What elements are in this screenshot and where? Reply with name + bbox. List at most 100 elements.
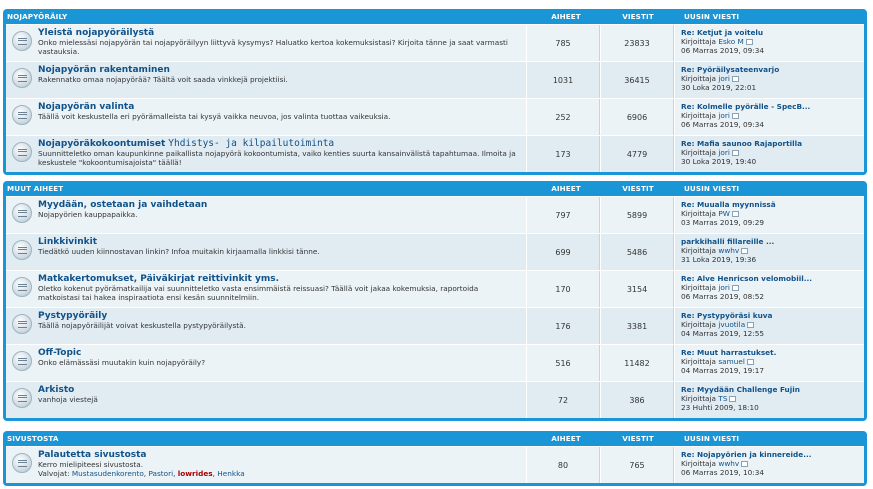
forum-description: Onko elämässäsi muutakin kuin nojapyöräi… [38, 358, 206, 367]
forum-title-link[interactable]: Off-Topic [38, 348, 81, 358]
view-latest-post-icon[interactable] [731, 211, 739, 217]
last-post-link[interactable]: Re: Muut harrastukset. [681, 348, 776, 357]
category-title[interactable]: NOJAPYÖRÄILY [6, 12, 530, 21]
forum-row: Nojapyörän rakentaminen Rakennatko omaa … [6, 61, 864, 98]
topics-count: 252 [526, 99, 600, 135]
view-latest-post-icon[interactable] [731, 113, 739, 119]
view-latest-post-icon[interactable] [741, 248, 749, 254]
last-post-date: 23 Huhti 2009, 18:10 [681, 403, 759, 412]
forum-description: Rakennatko omaa nojapyörää? Täältä voit … [38, 75, 288, 84]
forum-description: vanhoja viestejä [38, 395, 98, 404]
last-post-author[interactable]: wwhv [718, 246, 739, 255]
forum-title-link[interactable]: Arkisto [38, 385, 74, 395]
forum-title-link[interactable]: Nojapyöräkokoontumiset [38, 139, 165, 149]
last-post-link[interactable]: Re: Pystypyöräsi kuva [681, 311, 772, 320]
forum-description: Suunnitteletko oman kaupunkinne paikalli… [38, 149, 516, 167]
posts-count: 4779 [600, 136, 674, 172]
forum-title-link[interactable]: Nojapyörän rakentaminen [38, 65, 170, 75]
col-posts-header: VIESTIT [622, 434, 654, 443]
forum-title-link[interactable]: Matkakertomukset, Päiväkirjat reittivink… [38, 274, 279, 284]
posts-count: 5486 [600, 234, 674, 270]
view-latest-post-icon[interactable] [741, 461, 749, 467]
forum-row: Linkkivinkit Tiedätkö uuden kiinnostavan… [6, 233, 864, 270]
forum-title-link[interactable]: Linkkivinkit [38, 237, 97, 247]
last-post-link[interactable]: Re: Pyöräilysateenvarjo [681, 65, 779, 74]
forum-read-icon [12, 105, 32, 125]
category-title[interactable]: SIVUSTOSTA [6, 434, 530, 443]
view-latest-post-icon[interactable] [747, 322, 755, 328]
topics-count: 516 [526, 345, 600, 381]
forum-row: Nojapyöräkokoontumiset Yhdistys- ja kilpa… [6, 135, 864, 172]
forum-title-link[interactable]: Nojapyörän valinta [38, 102, 134, 112]
forum-title-link[interactable]: Yleistä nojapyöräilystä [38, 28, 154, 38]
view-latest-post-icon[interactable] [731, 150, 739, 156]
moderator-link[interactable]: Mustasudenkorento [72, 469, 144, 478]
last-post-author[interactable]: PW [718, 209, 730, 218]
col-topics-header: AIHEET [551, 12, 581, 21]
view-latest-post-icon[interactable] [731, 285, 739, 291]
last-post-author[interactable]: samuel [718, 357, 745, 366]
last-post-author[interactable]: jori [718, 283, 730, 292]
topics-count: 170 [526, 271, 600, 307]
forum-description: Kerro mielipiteesi sivustosta. [38, 460, 144, 469]
last-post-date: 06 Marras 2019, 10:34 [681, 468, 765, 477]
moderator-link[interactable]: Pastori [148, 469, 173, 478]
last-post-link[interactable]: Re: Kolmelle pyörälle - SpecB... [681, 102, 810, 111]
last-post-by-label: Kirjoittaja [681, 283, 717, 292]
category-header: SIVUSTOSTA AIHEET VIESTIT UUSIN VIESTI [6, 431, 864, 446]
forum-read-icon [12, 203, 32, 223]
last-post-by-label: Kirjoittaja [681, 111, 717, 120]
last-post-link[interactable]: parkkihalli fillareille ... [681, 237, 774, 246]
view-latest-post-icon[interactable] [745, 39, 753, 45]
view-latest-post-icon[interactable] [746, 359, 754, 365]
forum-read-icon [12, 142, 32, 162]
last-post-link[interactable]: Re: Myydään Challenge Fujin [681, 385, 800, 394]
moderator-link[interactable]: lowrides [178, 469, 213, 478]
last-post-author[interactable]: wwhv [718, 459, 739, 468]
forum-description: Tiedätkö uuden kiinnostavan linkin? Info… [38, 247, 320, 256]
forum-title-link[interactable]: Myydään, ostetaan ja vaihdetaan [38, 200, 207, 210]
last-post-date: 06 Marras 2019, 08:52 [681, 292, 765, 301]
last-post-by-label: Kirjoittaja [681, 459, 717, 468]
forum-subtitle: Yhdistys- ja kilpailutoiminta [168, 138, 335, 149]
col-posts-header: VIESTIT [622, 12, 654, 21]
forum-row: Off-Topic Onko elämässäsi muutakin kuin … [6, 344, 864, 381]
forum-locked-icon [12, 388, 32, 408]
last-post-date: 30 Loka 2019, 19:40 [681, 157, 757, 166]
moderators-line: Valvojat: Mustasudenkorento, Pastori, lo… [38, 469, 245, 478]
last-post-by-label: Kirjoittaja [681, 320, 717, 329]
forum-row: Myydään, ostetaan ja vaihdetaan Nojapyör… [6, 196, 864, 233]
last-post-date: 31 Loka 2019, 19:36 [681, 255, 757, 264]
last-post-link[interactable]: Re: Muualla myynnissä [681, 200, 776, 209]
posts-count: 765 [600, 447, 674, 483]
forum-row: Pystypyöräily Täällä nojapyöräilijät voi… [6, 307, 864, 344]
col-last-header: UUSIN VIESTI [684, 184, 740, 193]
topics-count: 699 [526, 234, 600, 270]
last-post-author[interactable]: Esko M [718, 37, 743, 46]
forum-read-icon [12, 240, 32, 260]
last-post-link[interactable]: Re: Nojapyörien ja kinnereide... [681, 450, 812, 459]
topics-count: 797 [526, 197, 600, 233]
posts-count: 386 [600, 382, 674, 418]
moderator-link[interactable]: Henkka [217, 469, 244, 478]
last-post-link[interactable]: Re: Alve Henricson velomobiil... [681, 274, 812, 283]
view-latest-post-icon[interactable] [729, 396, 737, 402]
last-post-date: 04 Marras 2019, 19:17 [681, 366, 765, 375]
last-post-author[interactable]: jori [718, 148, 730, 157]
last-post-author[interactable]: jori [718, 74, 730, 83]
forum-description: Täällä nojapyöräilijät voivat keskustell… [38, 321, 246, 330]
forum-title-link[interactable]: Pystypyöräily [38, 311, 107, 321]
forum-row: Yleistä nojapyöräilystä Onko mielessäsi … [6, 24, 864, 61]
last-post-link[interactable]: Re: Ketjut ja voitelu [681, 28, 763, 37]
last-post-link[interactable]: Re: Mafia saunoo Rajaportilla [681, 139, 802, 148]
forum-read-icon [12, 453, 32, 473]
last-post-author[interactable]: TS [718, 394, 727, 403]
view-latest-post-icon[interactable] [731, 76, 739, 82]
last-post-author[interactable]: jvuotila [718, 320, 745, 329]
last-post-author[interactable]: jori [718, 111, 730, 120]
forum-description: Oletko kokenut pyörämatkailija vai suunn… [38, 284, 479, 302]
forum-read-icon [12, 351, 32, 371]
forum-title-link[interactable]: Palautetta sivustosta [38, 450, 147, 460]
category-title[interactable]: MUUT AIHEET [6, 184, 530, 193]
last-post-date: 06 Marras 2019, 09:34 [681, 120, 765, 129]
